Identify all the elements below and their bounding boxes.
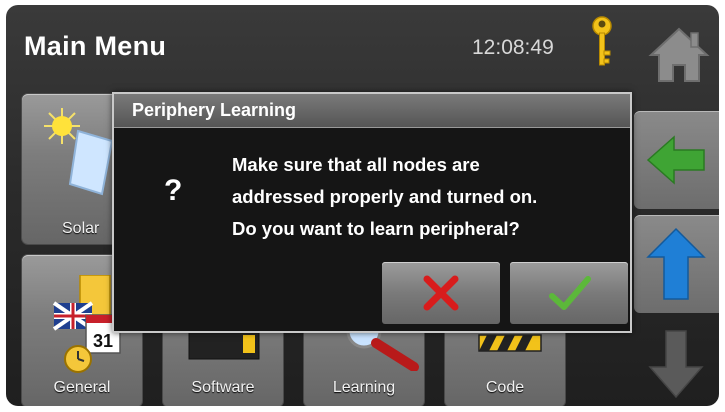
dialog-message-line-1: Make sure that all nodes are [232,154,480,175]
periphery-learning-dialog: Periphery Learning ? Make sure that all … [112,92,632,333]
page-title: Main Menu [24,31,167,61]
tile-label-software: Software [191,379,255,396]
svg-text:31: 31 [93,331,113,351]
nav-down-button[interactable] [634,321,719,406]
checkmark-icon [549,276,591,310]
tile-label-learning: Learning [332,379,396,396]
nav-back-button[interactable] [634,111,719,209]
confirm-button[interactable] [510,262,628,324]
arrow-down-icon [648,330,704,399]
key-icon [592,16,612,66]
dialog-message-line-2: addressed properly and turned on. [232,186,538,207]
code-barrier-icon [478,334,542,352]
dialog-header: Periphery Learning [114,94,630,128]
solar-panel-icon [44,108,114,196]
cancel-button[interactable] [382,262,500,324]
device-screen: Main Menu 12:08:49 Solar 31 General Soft… [6,5,719,406]
arrow-up-icon [646,227,706,300]
clock: 12:08:49 [472,36,554,59]
home-icon[interactable] [647,23,711,85]
tile-label-code: Code [485,379,525,396]
dialog-message-line-3: Do you want to learn peripheral? [232,218,520,239]
nav-up-button[interactable] [634,215,719,313]
question-icon: ? [164,174,183,207]
tile-label-general: General [53,379,111,396]
arrow-left-icon [646,135,705,185]
cross-icon [423,275,459,311]
dialog-title: Periphery Learning [132,100,297,120]
